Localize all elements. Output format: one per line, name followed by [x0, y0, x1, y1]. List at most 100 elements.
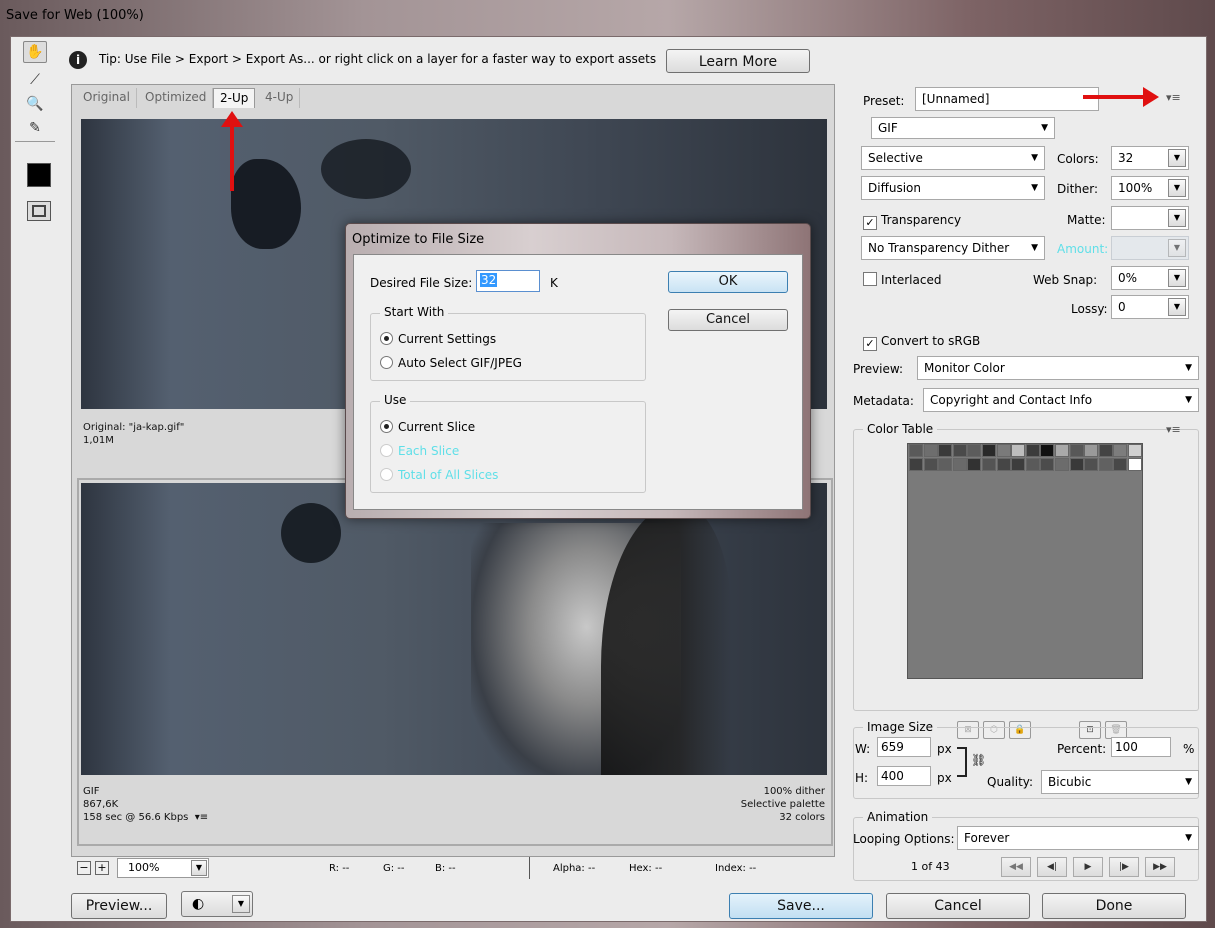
color-swatch[interactable] — [1098, 444, 1113, 457]
play-icon[interactable]: ▶ — [1073, 857, 1103, 877]
eyedropper-color-swatch[interactable] — [27, 163, 51, 187]
optimize-menu-icon[interactable]: ▾≡ — [1166, 91, 1181, 104]
color-swatch[interactable] — [1128, 444, 1142, 457]
format-select[interactable]: GIF ▼ — [871, 117, 1055, 139]
alpha-readout: Alpha: -- — [553, 863, 596, 874]
height-input[interactable]: 400 — [877, 766, 931, 786]
learn-more-button[interactable]: Learn More — [666, 49, 810, 73]
color-swatch[interactable] — [1084, 458, 1099, 471]
color-swatch[interactable] — [938, 444, 953, 457]
colors-input[interactable]: 32 ▼ — [1111, 146, 1189, 170]
color-swatch[interactable] — [967, 444, 982, 457]
transparency-checkbox[interactable]: ✓ Transparency — [863, 212, 961, 230]
color-swatch[interactable] — [1040, 458, 1055, 471]
dither-input[interactable]: 100% ▼ — [1111, 176, 1189, 200]
auto-select-radio[interactable]: Auto Select GIF/JPEG — [380, 355, 522, 371]
color-swatch[interactable] — [1113, 444, 1128, 457]
color-swatch[interactable] — [982, 458, 996, 471]
radio-disabled — [380, 444, 393, 457]
color-swatch[interactable] — [952, 458, 967, 471]
color-swatch[interactable] — [1098, 458, 1113, 471]
preview-button[interactable]: Preview... — [71, 893, 167, 919]
ok-button[interactable]: OK — [668, 271, 788, 293]
download-speed-menu-icon[interactable]: ▾≡ — [195, 812, 208, 823]
color-swatch[interactable] — [923, 444, 938, 457]
link-icon[interactable]: ⛓ — [971, 753, 986, 767]
preview-color-select[interactable]: Monitor Color ▼ — [917, 356, 1199, 380]
color-swatch[interactable] — [1055, 444, 1069, 457]
color-reduction-select[interactable]: Selective ▼ — [861, 146, 1045, 170]
current-slice-radio[interactable]: Current Slice — [380, 419, 475, 435]
animation-title: Animation — [863, 810, 933, 824]
amount-input[interactable]: ▼ — [1111, 236, 1189, 260]
tab-2-up[interactable]: 2-Up — [213, 88, 256, 108]
metadata-select[interactable]: Copyright and Contact Info ▼ — [923, 388, 1199, 412]
last-frame-icon[interactable]: ▶▶ — [1145, 857, 1175, 877]
color-swatch[interactable] — [996, 458, 1011, 471]
zoom-out-button[interactable]: − — [77, 861, 91, 875]
color-swatch[interactable] — [938, 458, 953, 471]
color-swatch[interactable] — [1025, 444, 1040, 457]
transparency-dither-select[interactable]: No Transparency Dither ▼ — [861, 236, 1045, 260]
toggle-slices-icon[interactable] — [27, 201, 51, 221]
color-swatch[interactable] — [909, 458, 923, 471]
current-settings-label: Current Settings — [398, 332, 497, 346]
color-swatch[interactable] — [982, 444, 996, 457]
zoom-in-button[interactable]: + — [95, 861, 109, 875]
done-button[interactable]: Done — [1042, 893, 1186, 919]
matte-select[interactable]: ▼ — [1111, 206, 1189, 230]
width-input[interactable]: 659 — [877, 737, 931, 757]
color-swatch[interactable] — [1128, 458, 1142, 471]
dither-algorithm-select[interactable]: Diffusion ▼ — [861, 176, 1045, 200]
preset-select[interactable]: [Unnamed] — [915, 87, 1099, 111]
zoom-tool-icon[interactable]: 🔍 — [23, 93, 47, 115]
color-swatch[interactable] — [1025, 458, 1040, 471]
color-swatch[interactable] — [923, 458, 938, 471]
color-swatch[interactable] — [1084, 444, 1099, 457]
cancel-button[interactable]: Cancel — [886, 893, 1030, 919]
dialog-cancel-button[interactable]: Cancel — [668, 309, 788, 331]
color-swatch[interactable] — [1069, 444, 1084, 457]
each-slice-radio[interactable]: Each Slice — [380, 443, 459, 459]
color-swatch[interactable] — [952, 444, 967, 457]
blue-readout: B: -- — [435, 863, 456, 874]
optimized-download-time[interactable]: 158 sec @ 56.6 Kbps ▾≡ — [83, 811, 383, 824]
optimized-image-preview[interactable] — [81, 483, 827, 775]
percent-unit: % — [1183, 742, 1195, 756]
zoom-level-select[interactable]: 100% ▼ — [117, 858, 209, 878]
hand-tool-icon[interactable]: ✋ — [23, 41, 47, 63]
save-button[interactable]: Save... — [729, 893, 873, 919]
web-snap-input[interactable]: 0% ▼ — [1111, 266, 1189, 290]
browser-preview-select[interactable]: ◐ ▼ — [181, 891, 253, 917]
color-swatch[interactable] — [967, 458, 982, 471]
eyedropper-tool-icon[interactable]: ✎ — [23, 117, 47, 139]
color-swatch[interactable] — [1113, 458, 1128, 471]
slice-select-tool-icon[interactable]: ⟋ — [23, 69, 47, 91]
convert-srgb-checkbox[interactable]: ✓ Convert to sRGB — [863, 333, 980, 351]
color-swatch[interactable] — [1040, 444, 1055, 457]
color-swatch[interactable] — [996, 444, 1011, 457]
color-table-grid[interactable] — [907, 443, 1143, 679]
interlaced-checkbox[interactable]: Interlaced — [863, 272, 941, 288]
total-slices-radio[interactable]: Total of All Slices — [380, 467, 498, 483]
desired-size-input[interactable]: 32 — [476, 270, 540, 292]
color-swatch[interactable] — [909, 444, 923, 457]
color-swatch[interactable] — [1069, 458, 1084, 471]
color-swatch[interactable] — [1055, 458, 1069, 471]
prev-frame-icon[interactable]: ◀| — [1037, 857, 1067, 877]
current-settings-radio[interactable]: Current Settings — [380, 331, 496, 347]
tab-4-up[interactable]: 4-Up — [259, 88, 301, 108]
color-swatch[interactable] — [1011, 444, 1026, 457]
next-frame-icon[interactable]: |▶ — [1109, 857, 1139, 877]
optimized-dither: 100% dither — [763, 786, 825, 797]
first-frame-icon[interactable]: ◀◀ — [1001, 857, 1031, 877]
lossy-input[interactable]: 0 ▼ — [1111, 295, 1189, 319]
color-swatch[interactable] — [1011, 458, 1026, 471]
tab-original[interactable]: Original — [77, 88, 137, 108]
color-table-menu-icon[interactable]: ▾≡ — [1166, 423, 1181, 436]
start-with-title: Start With — [380, 305, 449, 319]
tab-optimized[interactable]: Optimized — [139, 88, 214, 108]
quality-select[interactable]: Bicubic ▼ — [1041, 770, 1199, 794]
percent-input[interactable]: 100 — [1111, 737, 1171, 757]
looping-select[interactable]: Forever ▼ — [957, 826, 1199, 850]
